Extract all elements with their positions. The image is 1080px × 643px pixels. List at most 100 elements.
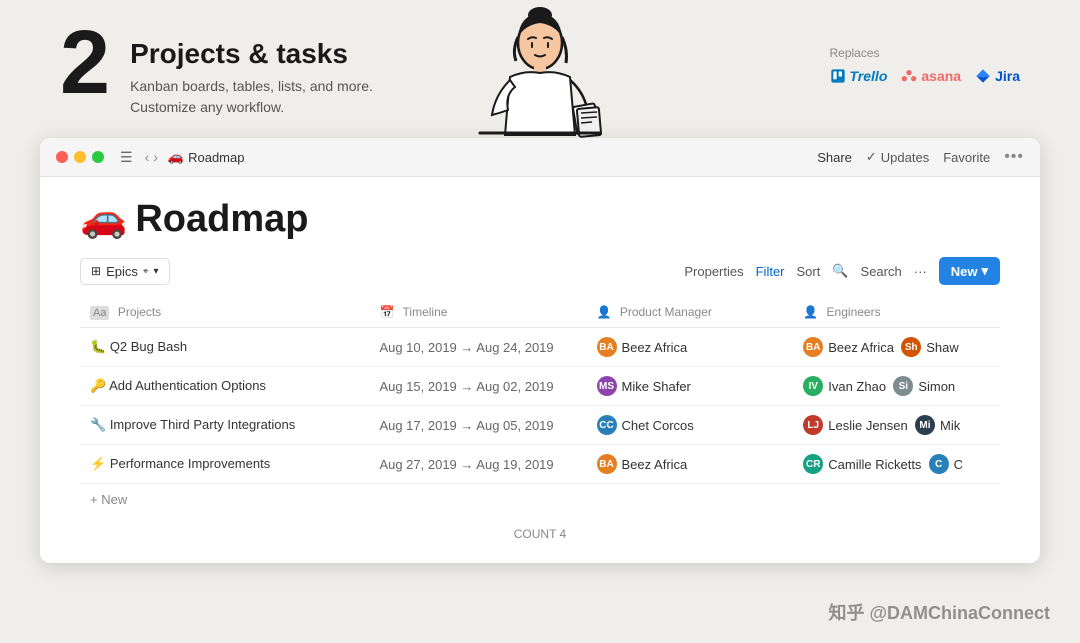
- favorite-button[interactable]: Favorite: [943, 150, 990, 165]
- pm-name: Chet Corcos: [622, 418, 694, 433]
- nav-arrows: ‹ ›: [145, 149, 158, 165]
- engineer1-avatar: BA: [803, 337, 823, 357]
- project-name: Performance Improvements: [110, 456, 270, 471]
- heading-icon: 🚗: [80, 197, 127, 241]
- pm-name: Beez Africa: [622, 340, 688, 355]
- page-heading: 🚗 Roadmap: [80, 197, 1000, 241]
- engineers-cell: CRCamille Ricketts CC: [793, 445, 1000, 484]
- new-button[interactable]: New ▾: [939, 257, 1000, 285]
- pm-avatar: BA: [597, 337, 617, 357]
- timeline-cell: Aug 17, 2019 → Aug 05, 2019: [369, 406, 586, 445]
- pm-name: Beez Africa: [622, 457, 688, 472]
- epics-button[interactable]: ⊞ Epics ⌖ ▾: [80, 258, 170, 285]
- engineer2-avatar: Mi: [915, 415, 935, 435]
- pm-avatar: MS: [597, 376, 617, 396]
- trello-logo: Trello: [830, 68, 888, 84]
- engineer2-avatar: Sh: [901, 337, 921, 357]
- count-row: COUNT 4: [80, 515, 1000, 553]
- col-header-projects: Aa Projects: [80, 297, 369, 328]
- table-row: 🐛 Q2 Bug BashAug 10, 2019 → Aug 24, 2019…: [80, 328, 1000, 367]
- col-header-engineers: 👤 Engineers: [793, 297, 1000, 328]
- section-title: Projects & tasks: [130, 38, 373, 70]
- search-label[interactable]: Search: [861, 264, 902, 279]
- toolbar-right: Properties Filter Sort 🔍 Search ··· New …: [684, 257, 1000, 285]
- updates-button[interactable]: ✓ Updates: [866, 149, 929, 165]
- timeline-cell: Aug 27, 2019 → Aug 19, 2019: [369, 445, 586, 484]
- replaces-label: Replaces: [830, 46, 880, 60]
- asana-logo: asana: [901, 68, 961, 84]
- minimize-button[interactable]: [74, 151, 86, 163]
- project-name: Improve Third Party Integrations: [110, 417, 295, 432]
- check-icon: ✓: [866, 149, 877, 165]
- page-icon: 🚗: [168, 149, 184, 165]
- pm-name: Mike Shafer: [622, 379, 691, 394]
- epics-dropdown-icon: ▾: [154, 266, 159, 277]
- table-row: 🔧 Improve Third Party IntegrationsAug 17…: [80, 406, 1000, 445]
- engineer2-avatar: Si: [893, 376, 913, 396]
- pm-avatar: BA: [597, 454, 617, 474]
- top-section: 2 Projects & tasks Kanban boards, tables…: [0, 0, 1080, 138]
- engineer2-avatar: C: [929, 454, 949, 474]
- pm-avatar: CC: [597, 415, 617, 435]
- properties-button[interactable]: Properties: [684, 264, 743, 279]
- page-content: 🚗 Roadmap ⊞ Epics ⌖ ▾ Properties Filter …: [40, 177, 1040, 563]
- engineer1-avatar: CR: [803, 454, 823, 474]
- pm-cell: MS Mike Shafer: [587, 367, 794, 406]
- engineer2-name: Simon: [918, 379, 955, 394]
- toolbar: ⊞ Epics ⌖ ▾ Properties Filter Sort 🔍 Sea…: [80, 257, 1000, 285]
- heading-text: Roadmap: [135, 198, 308, 241]
- table-row: 🔑 Add Authentication OptionsAug 15, 2019…: [80, 367, 1000, 406]
- traffic-lights: [56, 151, 104, 163]
- roadmap-table: Aa Projects 📅 Timeline 👤 Product Manager…: [80, 297, 1000, 484]
- table-row: ⚡ Performance ImprovementsAug 27, 2019 →…: [80, 445, 1000, 484]
- engineers-cell: LJ Leslie Jensen Mi Mik: [793, 406, 1000, 445]
- title-block: Projects & tasks Kanban boards, tables, …: [130, 28, 373, 118]
- engineer1-avatar: LJ: [803, 415, 823, 435]
- more-options-button[interactable]: •••: [1004, 148, 1024, 166]
- title-bar-right: Share ✓ Updates Favorite •••: [817, 148, 1024, 166]
- add-new-row[interactable]: + New: [80, 484, 1000, 515]
- engineer1-name: Camille Ricketts: [828, 457, 921, 472]
- cursor-icon: ⌖: [143, 266, 149, 277]
- close-button[interactable]: [56, 151, 68, 163]
- engineer2-name: Mik: [940, 418, 960, 433]
- page-title-bar: 🚗 Roadmap: [168, 149, 245, 165]
- filter-button[interactable]: Filter: [756, 264, 785, 279]
- section-number: 2: [60, 18, 110, 108]
- engineers-cell: IVIvan Zhao SiSimon: [793, 367, 1000, 406]
- engineer2-name: Shaw: [926, 340, 959, 355]
- project-cell: 🐛 Q2 Bug Bash: [80, 328, 369, 367]
- row-icon: ⚡: [90, 456, 110, 471]
- row-icon: 🔑: [90, 378, 109, 393]
- maximize-button[interactable]: [92, 151, 104, 163]
- project-name: Q2 Bug Bash: [110, 339, 187, 354]
- row-icon: 🐛: [90, 339, 110, 354]
- timeline-cell: Aug 15, 2019 → Aug 02, 2019: [369, 367, 586, 406]
- project-cell: 🔧 Improve Third Party Integrations: [80, 406, 369, 445]
- engineer1-avatar: IV: [803, 376, 823, 396]
- hamburger-icon[interactable]: ☰: [120, 149, 133, 166]
- engineer1-name: Leslie Jensen: [828, 418, 908, 433]
- engineers-cell: BABeez Africa ShShaw: [793, 328, 1000, 367]
- search-icon[interactable]: 🔍: [832, 263, 848, 279]
- watermark: 知乎 @DAMChinaConnect: [828, 599, 1050, 625]
- project-cell: 🔑 Add Authentication Options: [80, 367, 369, 406]
- epics-grid-icon: ⊞: [91, 264, 101, 278]
- pm-cell: CC Chet Corcos: [587, 406, 794, 445]
- replaces-logos: Trello asana Jira: [830, 68, 1021, 84]
- epics-label: Epics: [106, 264, 138, 279]
- share-button[interactable]: Share: [817, 150, 852, 165]
- more-button[interactable]: ···: [914, 264, 927, 279]
- project-cell: ⚡ Performance Improvements: [80, 445, 369, 484]
- new-dropdown-icon: ▾: [981, 263, 988, 279]
- sort-button[interactable]: Sort: [797, 264, 821, 279]
- col-header-timeline: 📅 Timeline: [369, 297, 586, 328]
- forward-arrow[interactable]: ›: [153, 149, 158, 165]
- pm-cell: BA Beez Africa: [587, 328, 794, 367]
- replaces-block: Replaces Trello asana Jira: [830, 28, 1021, 84]
- app-window: ☰ ‹ › 🚗 Roadmap Share ✓ Updates Favorite…: [40, 138, 1040, 563]
- col-header-pm: 👤 Product Manager: [587, 297, 794, 328]
- pm-cell: BA Beez Africa: [587, 445, 794, 484]
- back-arrow[interactable]: ‹: [145, 149, 150, 165]
- table-header-row: Aa Projects 📅 Timeline 👤 Product Manager…: [80, 297, 1000, 328]
